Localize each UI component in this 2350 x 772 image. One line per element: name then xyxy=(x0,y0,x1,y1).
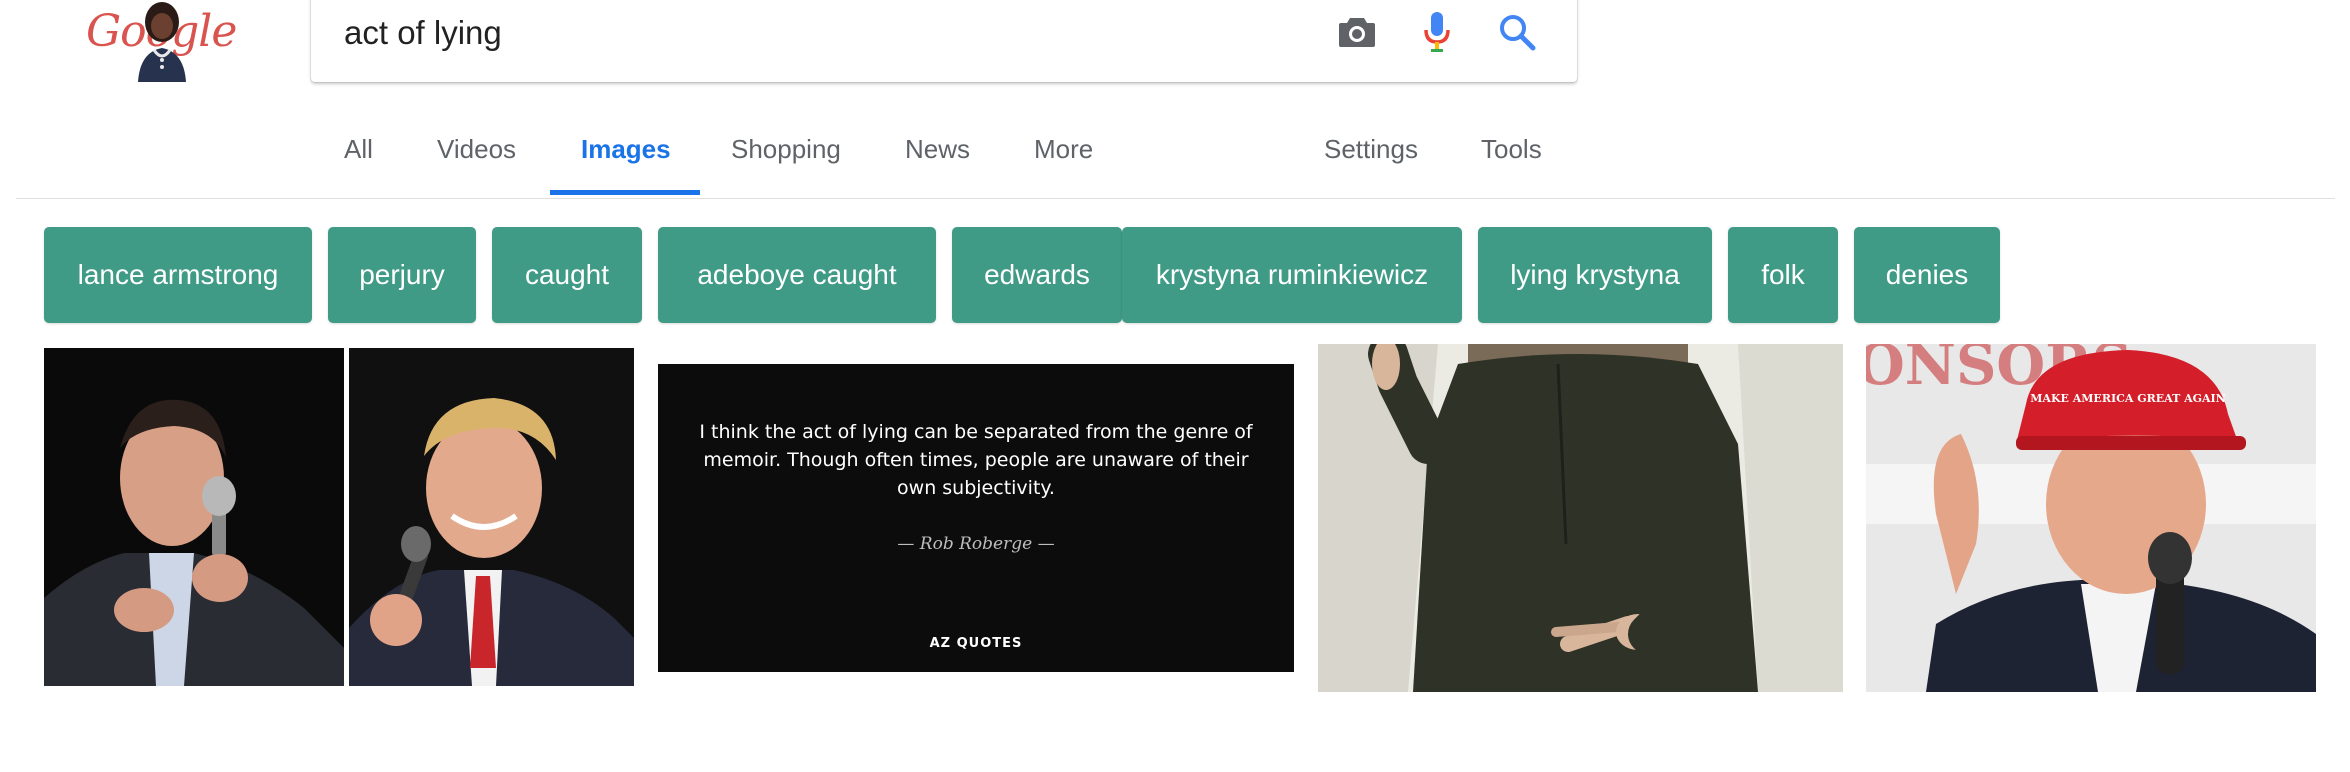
chip-lying-krystyna[interactable]: lying krystyna xyxy=(1478,227,1712,323)
azquotes-logo: AZ QUOTES xyxy=(929,636,1023,651)
crossed-fingers-photo xyxy=(1318,344,1843,692)
search-icon[interactable] xyxy=(1493,8,1541,56)
chip-lance-armstrong[interactable]: lance armstrong xyxy=(44,227,312,323)
search-box[interactable] xyxy=(311,0,1577,82)
quote-text: I think the act of lying can be separate… xyxy=(699,421,1253,499)
image-result-1[interactable] xyxy=(44,348,634,686)
nav-divider xyxy=(16,198,2335,199)
tab-videos[interactable]: Videos xyxy=(437,134,516,165)
tab-all[interactable]: All xyxy=(344,134,373,165)
chip-perjury[interactable]: perjury xyxy=(328,227,476,323)
chip-edwards[interactable]: edwards xyxy=(952,227,1122,323)
search-results-page: Google xyxy=(0,0,2350,772)
tab-settings[interactable]: Settings xyxy=(1324,134,1418,165)
google-doodle-logo[interactable]: Google xyxy=(82,0,237,84)
doodle-portrait-icon xyxy=(138,2,186,82)
search-input[interactable] xyxy=(344,8,1244,58)
quote-author: — Rob Roberge — xyxy=(897,534,1055,554)
tab-shopping[interactable]: Shopping xyxy=(731,134,841,165)
search-tabs: All Videos Images Shopping News More Set… xyxy=(0,120,2335,198)
active-tab-indicator xyxy=(550,190,700,195)
image-result-3[interactable] xyxy=(1318,344,1843,692)
cap-slogan: MAKE AMERICA GREAT AGAIN xyxy=(2030,392,2226,405)
chip-krystyna-ruminkiewicz[interactable]: krystyna ruminkiewicz xyxy=(1122,227,1462,323)
chip-folk[interactable]: folk xyxy=(1728,227,1838,323)
tab-more[interactable]: More xyxy=(1034,134,1093,165)
tab-news[interactable]: News xyxy=(905,134,970,165)
tab-tools[interactable]: Tools xyxy=(1481,134,1542,165)
chip-caught[interactable]: caught xyxy=(492,227,642,323)
microphone-icon[interactable] xyxy=(1413,8,1461,56)
camera-icon[interactable] xyxy=(1333,8,1381,56)
two-speakers-photo xyxy=(44,348,634,686)
red-cap-speaker-photo: ONSORS MAKE AMERICA GREAT AGAIN xyxy=(1866,344,2316,692)
tab-images[interactable]: Images xyxy=(581,134,671,165)
chip-denies[interactable]: denies xyxy=(1854,227,2000,323)
image-result-2[interactable]: I think the act of lying can be separate… xyxy=(658,364,1294,672)
image-result-4[interactable]: ONSORS MAKE AMERICA GREAT AGAIN xyxy=(1866,344,2316,692)
chip-adeboye-caught[interactable]: adeboye caught xyxy=(658,227,936,323)
